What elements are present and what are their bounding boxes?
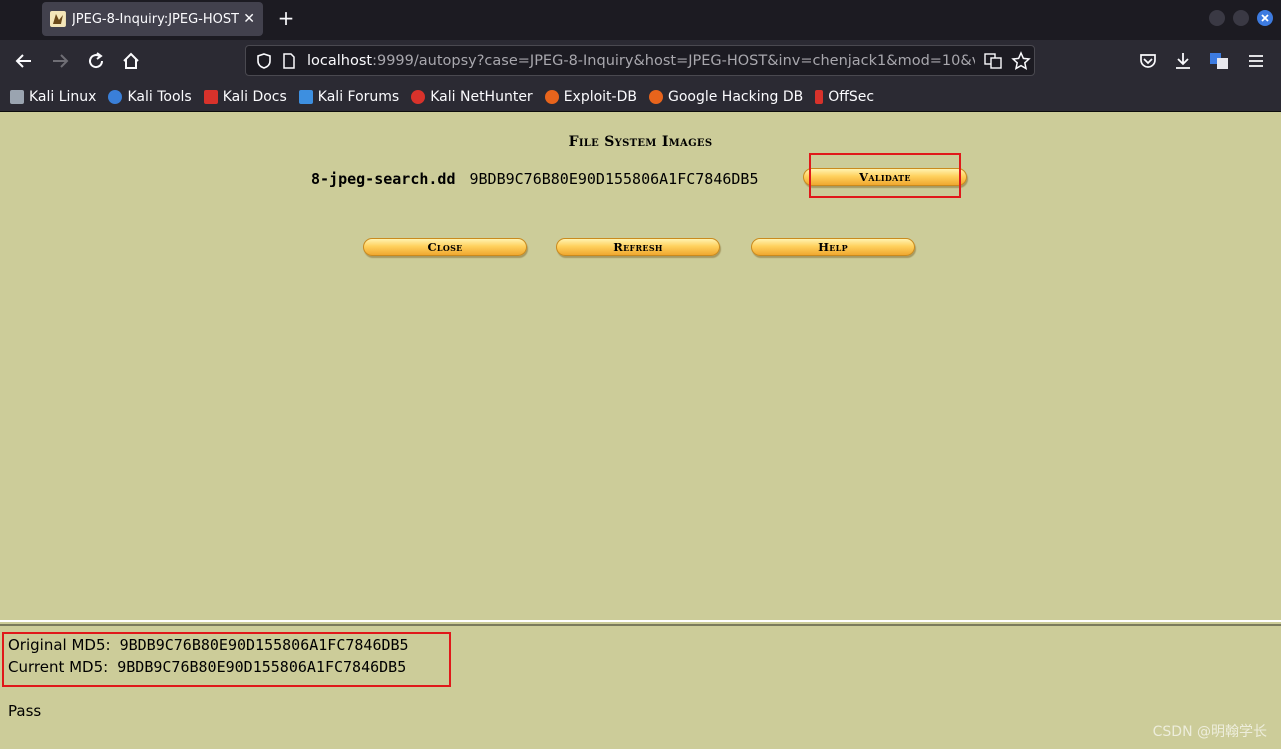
bookmark-label: OffSec <box>828 88 875 105</box>
image-md5: 9BDB9C76B80E90D155806A1FC7846DB5 <box>469 170 759 188</box>
url-path: :9999/autopsy?case=JPEG-8-Inquiry&host=J… <box>372 53 975 69</box>
bookmark-kali-forums[interactable]: Kali Forums <box>298 88 400 105</box>
forward-arrow-icon[interactable] <box>49 50 71 72</box>
watermark: CSDN @明翰学长 <box>1152 724 1267 740</box>
bookmark-label: Google Hacking DB <box>667 88 804 105</box>
kali-tools-icon <box>108 89 123 104</box>
validation-status: Pass <box>8 702 42 720</box>
ghdb-icon <box>648 89 663 104</box>
bookmarks-toolbar: Kali Linux Kali Tools Kali Docs Kali For… <box>0 82 1281 112</box>
url-host: localhost <box>307 53 373 69</box>
bookmark-kali-nethunter[interactable]: Kali NetHunter <box>411 88 533 105</box>
translate-icon[interactable] <box>984 52 1002 70</box>
translate-extension-icon[interactable] <box>1208 50 1230 72</box>
validate-highlight-box <box>809 153 961 198</box>
url-text[interactable]: localhost:9999/autopsy?case=JPEG-8-Inqui… <box>307 53 975 69</box>
offsec-icon <box>815 89 824 104</box>
window-minimize-button[interactable] <box>1209 10 1225 26</box>
close-button[interactable]: Close <box>363 238 527 256</box>
new-tab-icon[interactable]: + <box>274 6 298 30</box>
bookmark-exploit-db[interactable]: Exploit-DB <box>544 88 637 105</box>
window-maximize-button[interactable] <box>1233 10 1249 26</box>
bookmark-label: Exploit-DB <box>563 88 637 105</box>
help-button[interactable]: Help <box>751 238 915 256</box>
exploit-db-icon <box>544 89 559 104</box>
nethunter-icon <box>411 89 426 104</box>
bookmark-kali-docs[interactable]: Kali Docs <box>203 88 287 105</box>
window-close-button[interactable] <box>1257 10 1273 26</box>
back-arrow-icon[interactable] <box>13 50 35 72</box>
tab-title: JPEG-8-Inquiry:JPEG-HOST <box>71 11 240 27</box>
image-row: 8-jpeg-search.dd 9BDB9C76B80E90D155806A1… <box>311 168 758 190</box>
bookmark-offsec[interactable]: OffSec <box>815 89 874 105</box>
bookmark-label: Kali NetHunter <box>430 88 533 105</box>
bookmark-label: Kali Forums <box>317 88 400 105</box>
tab-strip: JPEG-8-Inquiry:JPEG-HOST ✕ + <box>0 0 1281 38</box>
md5-highlight-box <box>2 632 451 687</box>
menu-hamburger-icon[interactable] <box>1245 50 1267 72</box>
bookmark-label: Kali Linux <box>29 88 97 105</box>
url-bar[interactable]: localhost:9999/autopsy?case=JPEG-8-Inqui… <box>245 45 1035 76</box>
navigation-toolbar: localhost:9999/autopsy?case=JPEG-8-Inqui… <box>0 40 1281 82</box>
validation-result-frame: Original MD5: 9BDB9C76B80E90D155806A1FC7… <box>0 626 1281 749</box>
pocket-icon[interactable] <box>1137 50 1159 72</box>
download-icon[interactable] <box>1172 50 1194 72</box>
home-icon[interactable] <box>120 50 142 72</box>
file-system-images-frame: File System Images 8-jpeg-search.dd 9BDB… <box>0 112 1281 620</box>
bookmark-google-hacking-db[interactable]: Google Hacking DB <box>648 88 804 105</box>
autopsy-favicon-icon <box>50 11 66 27</box>
image-filename: 8-jpeg-search.dd <box>311 170 456 188</box>
kali-dragon-icon <box>10 89 24 104</box>
reload-icon[interactable] <box>85 50 107 72</box>
page-title: File System Images <box>568 134 713 150</box>
kali-forums-icon <box>298 89 313 104</box>
refresh-button[interactable]: Refresh <box>556 238 720 256</box>
tab-close-icon[interactable]: ✕ <box>243 11 255 27</box>
browser-tab-active[interactable]: JPEG-8-Inquiry:JPEG-HOST ✕ <box>42 2 263 36</box>
kali-docs-icon <box>203 89 218 104</box>
page-info-icon[interactable] <box>281 52 297 70</box>
bookmark-label: Kali Docs <box>222 88 287 105</box>
bookmark-label: Kali Tools <box>127 88 192 105</box>
window-close-icon <box>1261 14 1269 22</box>
bookmark-star-icon[interactable] <box>1011 51 1031 71</box>
bookmark-kali-linux[interactable]: Kali Linux <box>10 89 96 105</box>
bookmark-kali-tools[interactable]: Kali Tools <box>108 88 192 105</box>
shield-icon[interactable] <box>255 52 273 70</box>
